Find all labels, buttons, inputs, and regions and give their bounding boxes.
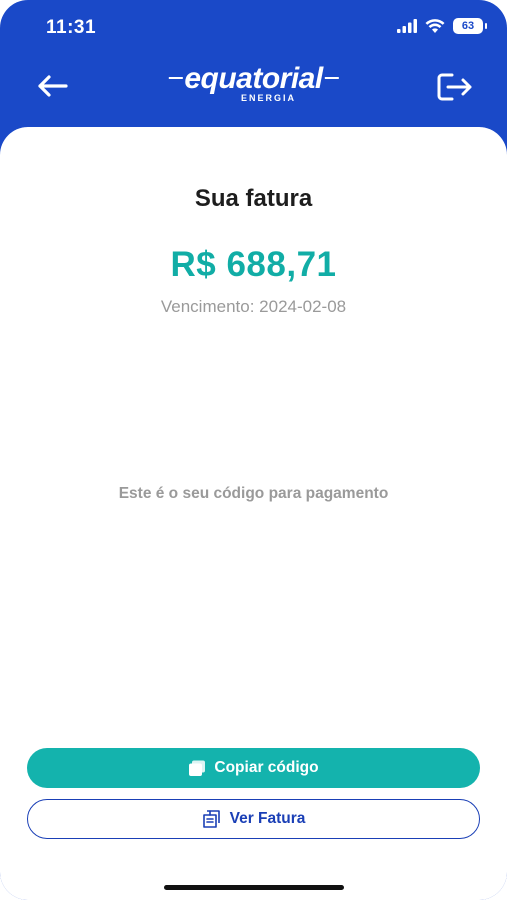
home-indicator[interactable] [163, 885, 344, 890]
status-bar: 11:31 63 [0, 0, 507, 56]
copy-icon [189, 760, 206, 776]
invoice-panel: Sua fatura R$ 688,71 Vencimento: 2024-02… [0, 127, 507, 900]
wifi-icon [425, 18, 445, 33]
logout-button[interactable] [435, 70, 475, 104]
status-icons: 63 [397, 18, 487, 34]
signal-icon [397, 19, 417, 33]
page-title: Sua fatura [194, 185, 313, 212]
invoice-icon [202, 810, 220, 828]
phone-screen: 11:31 63 equatorial ENERGIA Sua fatura R… [0, 0, 507, 900]
invoice-amount: R$ 688,71 [170, 245, 337, 284]
back-button[interactable] [34, 70, 70, 102]
copy-code-button[interactable]: Copiar código [27, 748, 480, 788]
due-date: Vencimento: 2024-02-08 [160, 297, 347, 316]
view-invoice-button[interactable]: Ver Fatura [27, 799, 480, 839]
arrow-left-icon [38, 75, 68, 97]
app-header: equatorial ENERGIA [0, 56, 507, 128]
view-invoice-label: Ver Fatura [229, 810, 306, 827]
copy-code-label: Copiar código [214, 759, 319, 776]
logo-wordmark: equatorial [168, 62, 340, 95]
payment-code-label: Este é o seu código para pagamento [118, 485, 389, 502]
status-time: 11:31 [46, 17, 97, 38]
logout-icon [437, 73, 472, 101]
equatorial-logo: equatorial ENERGIA [168, 62, 340, 103]
battery-icon: 63 [453, 18, 487, 34]
